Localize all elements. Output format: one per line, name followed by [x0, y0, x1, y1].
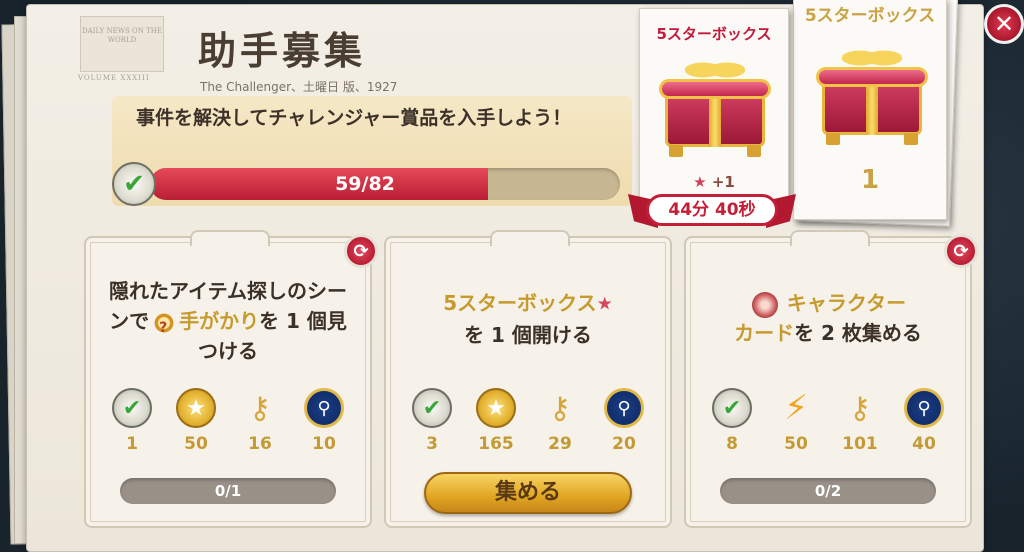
- task-text-highlight: 手がかり: [179, 309, 260, 333]
- mission-text: 事件を解決してチャレンジャー賞品を入手しよう！: [136, 107, 572, 129]
- reward-item: ✔ 3: [405, 388, 459, 454]
- reward-item: ★ 50: [169, 388, 223, 454]
- stamp-text: DAILY NEWS ON THE WORLD: [82, 27, 162, 44]
- task-text-part: を 1 個開ける: [464, 322, 592, 347]
- card-tab: [190, 230, 270, 246]
- reward-value: 165: [478, 434, 514, 454]
- task-text-highlight: キャラクター: [786, 291, 907, 315]
- refresh-icon: ⟳: [953, 240, 969, 262]
- timer-ribbon: 44分 40秒: [628, 190, 796, 232]
- task-card-find-clue: ⟳ 隠れたアイテム探しのシーンで手がかりを 1 個見つける ✔1 ★50 ⚷16…: [84, 230, 378, 528]
- current-reward-card[interactable]: 5スターボックス ★ +1: [639, 8, 789, 208]
- check-icon: ✔: [112, 162, 156, 206]
- reward-value: 20: [612, 434, 636, 454]
- page-subtitle: The Challenger、土曜日 版、1927: [200, 80, 398, 94]
- reward-value: 3: [426, 434, 438, 454]
- task-rewards: ✔ 8 ⚡ 50 ⚷ 101 ⚲ 40: [700, 388, 956, 454]
- reward-value: 50: [184, 434, 208, 454]
- task-text-highlight: カード: [734, 321, 795, 345]
- reward-value: 10: [312, 434, 336, 454]
- character-card-icon: [751, 291, 778, 318]
- key-icon: ⚷: [249, 390, 271, 426]
- reward-item: ⚷ 16: [233, 388, 287, 455]
- task-description: 隠れたアイテム探しのシーンで手がかりを 1 個見つける: [100, 276, 356, 366]
- task-card-open-box: 5スターボックス★ を 1 個開ける ✔ 3 ★ 165 ⚷ 29 ⚲ 20 集める: [384, 230, 672, 528]
- check-icon: ✔: [712, 388, 752, 428]
- page-title: 助手募集: [198, 29, 367, 73]
- reward-item: ⚷ 101: [833, 388, 887, 455]
- card-tab: [490, 230, 570, 246]
- task-description: 5スターボックス★ を 1 個開ける: [400, 288, 656, 350]
- stamp-caption: VOLUME XXXIII: [78, 74, 150, 82]
- reward-value: 40: [912, 434, 936, 454]
- bonus-value: +1: [711, 173, 735, 191]
- reward-item: ✔ 1: [105, 388, 159, 454]
- reward-value: 101: [842, 434, 878, 454]
- reward-item: ✔ 8: [705, 388, 759, 454]
- reward-item: ⚡ 50: [769, 388, 823, 454]
- reward-value: 50: [784, 434, 808, 454]
- check-icon: ✔: [112, 388, 152, 428]
- current-reward-bonus: ★ +1: [640, 173, 788, 191]
- star-box-icon: ★: [596, 293, 613, 315]
- reward-item: ⚲ 40: [897, 388, 951, 454]
- key-icon: ⚷: [549, 390, 571, 426]
- gift-box-icon: [655, 51, 775, 161]
- mission-progress-text: 59/82: [335, 173, 395, 195]
- collect-button[interactable]: 集める: [424, 472, 632, 514]
- coin-icon: ★: [476, 388, 516, 428]
- total-reward-count: 1: [860, 165, 880, 195]
- newspaper-stamp: DAILY NEWS ON THE WORLD: [80, 16, 164, 72]
- task-text-highlight: 5スターボックス: [443, 291, 597, 315]
- task-progress: 0/2: [720, 478, 936, 504]
- reward-item: ⚷ 29: [533, 388, 587, 455]
- card-tab: [790, 230, 870, 246]
- countdown-timer: 44分 40秒: [646, 194, 778, 226]
- key-icon: ⚷: [849, 390, 871, 426]
- reward-item: ⚲ 20: [597, 388, 651, 454]
- reward-value: 29: [548, 434, 572, 454]
- reward-item: ★ 165: [469, 388, 523, 454]
- reward-item: ⚲ 10: [297, 388, 351, 454]
- refresh-task-button[interactable]: ⟳: [944, 234, 978, 268]
- coin-icon: ★: [176, 388, 216, 428]
- reward-value: 8: [726, 434, 738, 454]
- magnifier-badge-icon: ⚲: [604, 388, 644, 428]
- magnifier-badge-icon: ⚲: [304, 388, 344, 428]
- reward-value: 16: [248, 434, 272, 454]
- check-icon: ✔: [412, 388, 452, 428]
- current-reward-title: 5スターボックス: [656, 25, 772, 43]
- task-rewards: ✔ 1 ★ 50 ⚷ 16 ⚲ 10: [100, 388, 356, 454]
- reward-value: 1: [126, 434, 138, 454]
- total-reward-card[interactable]: 5スターボックス 1: [793, 0, 947, 220]
- close-button[interactable]: ✕: [984, 4, 1024, 44]
- magnifier-badge-icon: ⚲: [904, 388, 944, 428]
- close-icon: ✕: [993, 10, 1015, 38]
- mission-progress-bar: 59/82: [150, 168, 620, 200]
- refresh-task-button[interactable]: ⟳: [344, 234, 378, 268]
- task-description: キャラクター カードを 2 枚集める: [700, 288, 956, 348]
- total-reward-title: 5スターボックス: [804, 6, 936, 26]
- refresh-icon: ⟳: [353, 240, 369, 262]
- energy-bolt-icon: ⚡: [784, 388, 808, 428]
- clue-magnifier-icon: [151, 309, 178, 343]
- task-card-collect-cards: ⟳ キャラクター カードを 2 枚集める ✔ 8 ⚡ 50 ⚷ 101 ⚲ 40 0/2: [684, 230, 978, 528]
- star-icon: ★: [693, 173, 707, 191]
- gift-box-icon: [812, 39, 932, 149]
- task-rewards: ✔ 3 ★ 165 ⚷ 29 ⚲ 20: [400, 388, 656, 454]
- task-progress: 0/1: [120, 478, 336, 504]
- task-text-part: を 2 枚集める: [794, 321, 922, 345]
